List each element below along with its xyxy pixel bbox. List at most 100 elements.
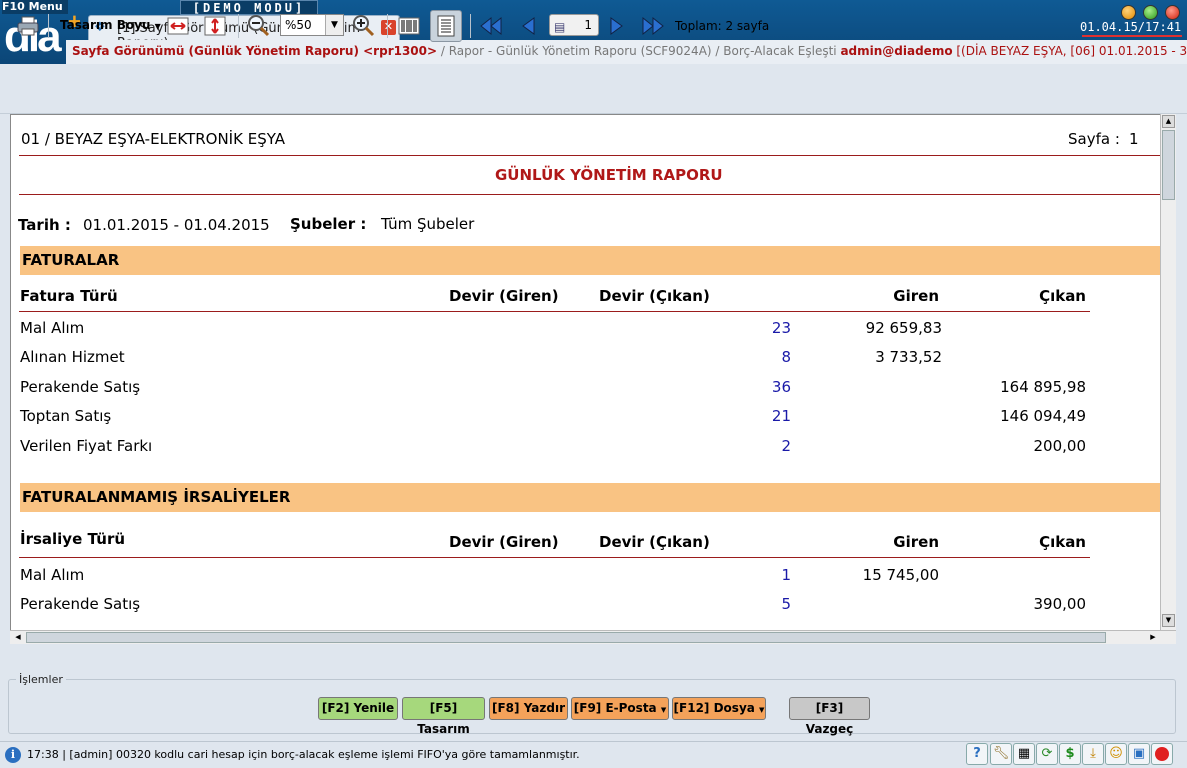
row-label: Mal Alım: [20, 566, 85, 584]
section-invoices: FATURALAR: [20, 246, 1170, 275]
page-number-value: 1: [584, 18, 592, 32]
row-out-value: 200,00: [1033, 437, 1087, 455]
vertical-scroll-thumb[interactable]: [1162, 130, 1175, 200]
zoom-out-icon[interactable]: [246, 14, 272, 38]
chevron-down-icon: ▼: [660, 706, 667, 714]
power-icon[interactable]: [1151, 743, 1173, 765]
branch-value: Tüm Şubeler: [381, 215, 475, 233]
zoom-value: %50: [285, 18, 312, 32]
next-page-icon[interactable]: [606, 14, 628, 38]
first-page-icon[interactable]: [477, 14, 505, 38]
breadcrumb-path: / Rapor - Günlük Yönetim Raporu (SCF9024…: [437, 44, 841, 58]
column-header: İrsaliye Türü: [20, 530, 126, 548]
scroll-up-icon[interactable]: ▲: [1162, 115, 1175, 128]
column-header: Çıkan: [1039, 533, 1086, 551]
report-toolbar: [0, 64, 1187, 114]
row-in-value: 15 745,00: [862, 566, 939, 584]
email-button[interactable]: [F9] E-Posta ▼: [571, 697, 669, 720]
maximize-window-icon[interactable]: [1143, 5, 1158, 20]
row-count-link[interactable]: 8: [711, 348, 791, 366]
row-label: Verilen Fiyat Farkı: [20, 437, 153, 455]
row-count-link[interactable]: 23: [711, 319, 791, 337]
minimize-window-icon[interactable]: [1121, 5, 1136, 20]
row-label: Toptan Satış: [20, 407, 112, 425]
chevron-down-icon: ▼: [154, 22, 161, 31]
date-label: Tarih :: [18, 216, 71, 234]
printer-icon[interactable]: [14, 14, 42, 38]
datetime-underline: [1082, 35, 1182, 37]
design-size-dropdown[interactable]: Tasarım Boyu ▼: [60, 18, 161, 32]
column-header: Devir (Giren): [449, 533, 559, 551]
design-size-label: Tasarım Boyu: [60, 18, 151, 32]
column-header: Devir (Çıkan): [599, 287, 710, 305]
vertical-scrollbar[interactable]: ▲ ▼: [1160, 114, 1176, 632]
system-datetime: 01.04.15/17:41: [1080, 20, 1182, 34]
breadcrumb: Sayfa Görünümü (Günlük Yönetim Raporu) <…: [66, 40, 1187, 64]
report-company-header: 01 / BEYAZ EŞYA-ELEKTRONİK EŞYA: [21, 130, 285, 148]
row-out-value: 164 895,98: [1000, 378, 1086, 396]
row-count-link[interactable]: 21: [711, 407, 791, 425]
wrench-icon[interactable]: 🔧︎: [990, 743, 1012, 765]
close-window-icon[interactable]: [1165, 5, 1180, 20]
close-tab-icon[interactable]: ✕: [381, 20, 396, 35]
help-icon[interactable]: ?: [966, 743, 988, 765]
column-header: Çıkan: [1039, 287, 1086, 305]
refresh-button[interactable]: [F2] Yenile: [318, 697, 398, 720]
report-page-label: Sayfa :: [1068, 130, 1120, 148]
page-title: Sayfa Görünümü (Günlük Yönetim Raporu) <…: [72, 44, 438, 58]
info-icon: i: [5, 747, 21, 763]
row-in-value: 92 659,83: [865, 319, 942, 337]
design-button[interactable]: [F5] Tasarım: [402, 697, 485, 736]
row-out-value: 146 094,49: [1000, 407, 1086, 425]
row-count-link[interactable]: 1: [711, 566, 791, 584]
file-button[interactable]: [F12] Dosya ▼: [672, 697, 766, 720]
actions-group-label: İşlemler: [16, 673, 66, 686]
page-icon: ▤: [554, 20, 566, 34]
smiley-icon[interactable]: ☺: [1105, 743, 1127, 765]
single-page-view-icon[interactable]: [430, 10, 462, 42]
demo-mode-label: [DEMO MODU]: [180, 0, 318, 15]
row-label: Perakende Satış: [20, 595, 141, 613]
lock-icon[interactable]: ▣: [1128, 743, 1150, 765]
zoom-in-icon[interactable]: [351, 14, 377, 38]
zoom-select[interactable]: %50 ▼: [280, 14, 344, 36]
report-title: GÜNLÜK YÖNETİM RAPORU: [495, 166, 723, 184]
row-label: Alınan Hizmet: [20, 348, 125, 366]
total-pages-label: Toplam: 2 sayfa: [675, 19, 770, 33]
column-header: Giren: [893, 287, 939, 305]
column-header: Devir (Giren): [449, 287, 559, 305]
horizontal-scrollbar[interactable]: ◀ ▶: [10, 630, 1176, 644]
row-out-value: 390,00: [1033, 595, 1087, 613]
last-page-icon[interactable]: [639, 14, 667, 38]
print-button[interactable]: [F8] Yazdır: [489, 697, 568, 720]
column-header: Giren: [893, 533, 939, 551]
download-icon[interactable]: ⤓: [1082, 743, 1104, 765]
scroll-left-icon[interactable]: ◀: [12, 632, 24, 643]
row-count-link[interactable]: 2: [711, 437, 791, 455]
barcode-icon[interactable]: [396, 14, 422, 38]
horizontal-scroll-thumb[interactable]: [26, 632, 1106, 643]
section-uninvoiced-waybills: FATURALANMAMIŞ İRSALİYELER: [20, 483, 1170, 512]
cancel-button[interactable]: [F3] Vazgeç: [789, 697, 870, 736]
previous-page-icon[interactable]: [517, 14, 539, 38]
status-message: 17:38 | [admin] 00320 kodlu cari hesap i…: [27, 748, 580, 761]
refresh-icon[interactable]: ⟳: [1036, 743, 1058, 765]
calculator-icon[interactable]: ▦: [1013, 743, 1035, 765]
scroll-right-icon[interactable]: ▶: [1147, 632, 1159, 643]
chevron-down-icon: ▼: [759, 706, 765, 714]
date-range-value: 01.01.2015 - 01.04.2015: [83, 216, 270, 234]
fit-width-icon[interactable]: [165, 14, 191, 38]
current-user: admin@diademo: [840, 44, 953, 58]
branch-label: Şubeler :: [290, 215, 367, 233]
row-count-link[interactable]: 36: [711, 378, 791, 396]
row-label: Perakende Satış: [20, 378, 141, 396]
report-preview-page: 01 / BEYAZ EŞYA-ELEKTRONİK EŞYA Sayfa : …: [10, 114, 1176, 644]
page-number-input[interactable]: ▤ 1: [549, 14, 599, 36]
scroll-down-icon[interactable]: ▼: [1162, 614, 1175, 627]
fit-height-icon[interactable]: [202, 14, 228, 38]
row-label: Mal Alım: [20, 319, 85, 337]
row-count-link[interactable]: 5: [711, 595, 791, 613]
company-period: [(DİA BEYAZ EŞYA, [06] 01.01.2015 - 31.1…: [956, 44, 1187, 58]
column-header: Fatura Türü: [20, 287, 118, 305]
currency-icon[interactable]: $: [1059, 743, 1081, 765]
